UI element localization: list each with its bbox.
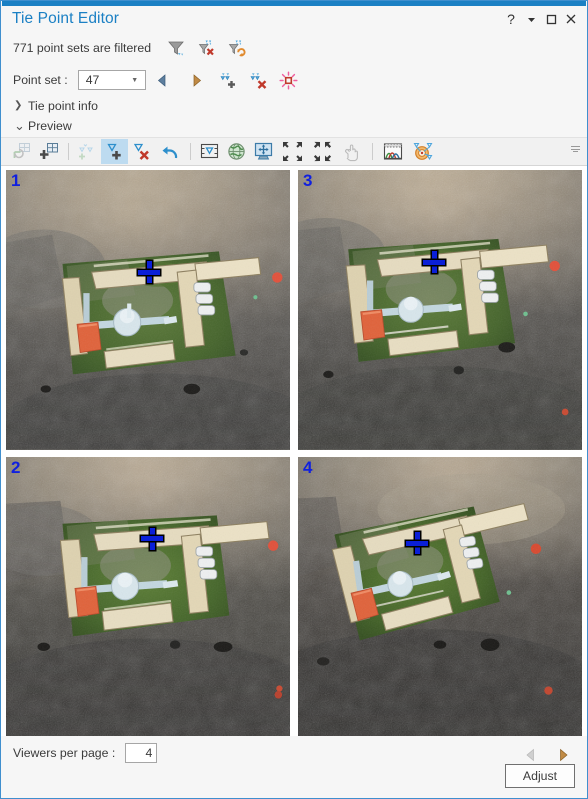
viewers-per-page-row: Viewers per page : 4	[1, 736, 587, 770]
close-icon[interactable]	[561, 9, 581, 29]
tie-point-crosshair[interactable]	[139, 526, 165, 552]
toolbar-separator	[190, 143, 191, 160]
page-title: Tie Point Editor	[12, 10, 119, 27]
help-button[interactable]: ?	[501, 9, 521, 29]
filter-bar: 771 point sets are filtered	[1, 32, 587, 64]
clear-filter-button[interactable]	[191, 34, 221, 62]
link-viewers-button[interactable]	[250, 139, 277, 164]
chevron-down-icon: ⌄	[14, 118, 25, 133]
point-set-value: 47	[85, 73, 100, 87]
undo-button[interactable]	[155, 139, 185, 164]
tie-point-crosshair[interactable]	[136, 259, 162, 285]
point-set-bar: Point set : 47 ▼	[1, 64, 587, 96]
histogram-stretch-button[interactable]	[378, 139, 408, 164]
chevron-down-icon: ▼	[131, 76, 139, 84]
tie-point-crosshair[interactable]	[404, 530, 430, 556]
next-point-set-button[interactable]	[180, 67, 214, 93]
highlight-point-set-button[interactable]	[274, 66, 304, 94]
adjust-button[interactable]: Adjust	[505, 764, 575, 788]
viewer-3[interactable]: 3	[298, 170, 582, 450]
pan-tool-button[interactable]	[337, 139, 367, 164]
aerial-image-2	[6, 456, 290, 736]
viewer-2[interactable]: 2	[6, 456, 290, 736]
footer-bar: Viewers per page : 4 Adjust	[1, 736, 587, 798]
add-viewer-button[interactable]	[36, 139, 63, 164]
tie-point-editor-panel: Tie Point Editor ? 771 point sets are fi…	[0, 0, 588, 799]
globe-view-button[interactable]	[223, 139, 250, 164]
title-bar: Tie Point Editor ?	[1, 6, 587, 32]
preview-label: Preview	[28, 119, 72, 133]
point-set-dropdown[interactable]: 47 ▼	[77, 70, 146, 90]
viewer-label: 4	[303, 457, 313, 477]
preview-section-header[interactable]: ⌄ Preview	[1, 115, 587, 137]
zoom-out-corners-button[interactable]	[307, 139, 337, 164]
tie-point-info-section-header[interactable]: ❯ Tie point info	[1, 96, 587, 115]
preview-toolbar	[1, 137, 587, 166]
viewers-per-page-input[interactable]: 4	[125, 743, 158, 763]
maximize-icon[interactable]	[541, 9, 561, 29]
target-points-button[interactable]	[408, 139, 438, 164]
delete-tie-point-button[interactable]	[128, 139, 155, 164]
fit-to-extent-button[interactable]	[196, 139, 223, 164]
chevron-down-icon[interactable]	[521, 9, 541, 29]
filter-status-text: 771 point sets are filtered	[13, 41, 152, 55]
aerial-image-4	[298, 456, 582, 736]
tie-point-info-label: Tie point info	[28, 98, 98, 113]
previous-point-set-button[interactable]	[146, 67, 180, 93]
viewer-1[interactable]: 1	[6, 170, 290, 450]
aerial-image-1	[6, 170, 290, 450]
reset-layout-button[interactable]	[9, 139, 36, 164]
point-set-label: Point set :	[13, 73, 68, 87]
viewer-4[interactable]: 4	[298, 456, 582, 736]
refresh-filter-button[interactable]	[221, 34, 251, 62]
preview-viewer-grid: 1 3 2 4	[1, 166, 587, 736]
tie-point-crosshair[interactable]	[421, 249, 447, 275]
viewer-label: 1	[11, 171, 21, 190]
add-tie-point-button[interactable]	[101, 139, 128, 164]
delete-point-set-button[interactable]	[244, 66, 274, 94]
zoom-in-corners-button[interactable]	[277, 139, 307, 164]
chevron-right-icon: ❯	[14, 100, 23, 111]
add-point-set-button[interactable]	[214, 66, 244, 94]
toolbar-separator	[68, 143, 69, 160]
filter-button[interactable]	[161, 34, 191, 62]
aerial-image-3	[298, 170, 582, 450]
viewers-per-page-label: Viewers per page :	[13, 746, 116, 760]
viewer-label: 3	[303, 171, 313, 190]
toolbar-overflow-button[interactable]	[569, 146, 581, 152]
auto-add-tie-points-button[interactable]	[74, 139, 101, 164]
toolbar-separator	[372, 143, 373, 160]
viewer-label: 2	[11, 457, 21, 477]
